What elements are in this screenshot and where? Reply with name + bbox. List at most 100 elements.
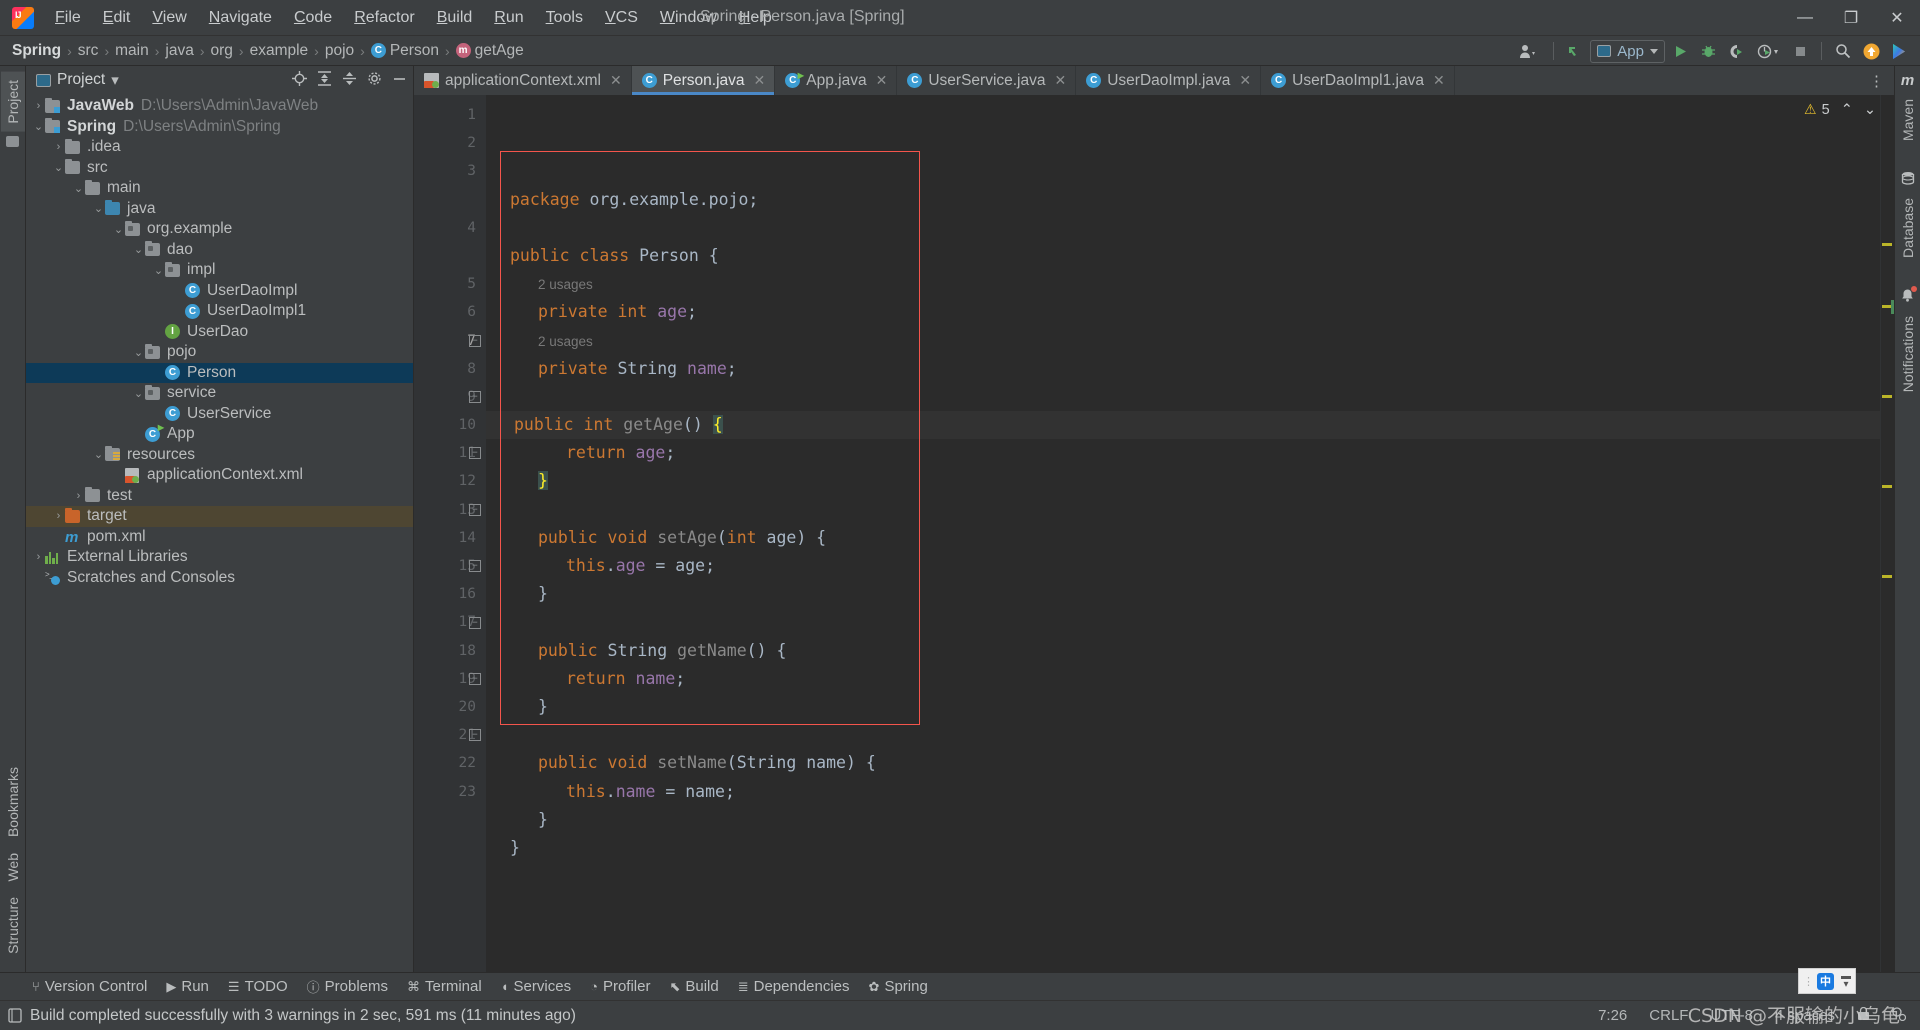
tree-item-applicationcontext-xml[interactable]: applicationContext.xml — [26, 465, 413, 486]
tree-item-resources[interactable]: ⌄ resources — [26, 445, 413, 466]
ime-expand-icon[interactable]: ▬ ▾ — [1841, 972, 1851, 990]
close-tab-icon[interactable]: ✕ — [610, 72, 622, 89]
code-folding-marker[interactable]: − — [469, 391, 481, 403]
settings-gear-icon[interactable] — [367, 71, 382, 90]
chevron-right-icon[interactable]: › — [32, 551, 45, 563]
menu-item-tools[interactable]: Tools — [535, 5, 594, 31]
ime-indicator-popup[interactable]: ⋮ 中 ▬ ▾ — [1798, 968, 1856, 994]
menu-item-build[interactable]: Build — [426, 5, 484, 31]
locate-icon[interactable] — [292, 70, 307, 90]
sidebar-item-structure[interactable]: Structure — [1, 889, 25, 962]
code-folding-marker[interactable]: − — [469, 503, 481, 516]
ime-drag-handle[interactable]: ⋮ — [1803, 975, 1814, 988]
chevron-down-icon[interactable]: ⌄ — [112, 223, 125, 236]
breadcrumb-item-getage[interactable]: m getAge — [455, 42, 524, 60]
chevron-down-icon[interactable]: ⌄ — [92, 202, 105, 215]
tool-window-button-terminal[interactable]: ⌘ Terminal — [407, 978, 482, 995]
tree-item-java[interactable]: ⌄ java — [26, 199, 413, 220]
tool-window-button-build[interactable]: ⬉ Build — [669, 978, 718, 995]
menu-item-refactor[interactable]: Refactor — [343, 5, 425, 31]
sidebar-item-database[interactable]: Database — [1896, 190, 1920, 266]
editor-tab-applicationcontext-xml[interactable]: applicationContext.xml ✕ — [414, 66, 632, 95]
tree-item-main[interactable]: ⌄ main — [26, 178, 413, 199]
tree-item-userdaoimpl[interactable]: C UserDaoImpl — [26, 281, 413, 302]
tree-item-test[interactable]: › test — [26, 486, 413, 507]
editor-gutter[interactable]: 1 2 3 4 5 6 7 8 9 10 11 12 13 14 15 16 17 18 19 20 21 22 23− − −… — [414, 95, 486, 972]
breadcrumb-item-org[interactable]: org — [211, 42, 233, 60]
tree-item-impl[interactable]: ⌄ impl — [26, 260, 413, 281]
menu-item-file[interactable]: File — [44, 5, 92, 31]
ai-assistant-icon[interactable] — [1886, 39, 1912, 63]
menu-item-edit[interactable]: Edit — [92, 5, 142, 31]
search-everywhere-icon[interactable] — [1830, 39, 1856, 63]
tree-item-userdao[interactable]: I UserDao — [26, 322, 413, 343]
tree-item-app[interactable]: CApp — [26, 423, 413, 445]
tree-item-spring[interactable]: ⌄ Spring D:\Users\Admin\Spring — [26, 117, 413, 138]
chevron-down-icon[interactable]: ⌄ — [92, 448, 105, 461]
error-stripe-marker-bar[interactable] — [1880, 95, 1894, 972]
close-tab-icon[interactable]: ✕ — [1055, 72, 1067, 89]
tree-item-person[interactable]: C Person — [26, 362, 413, 383]
close-tab-icon[interactable]: ✕ — [876, 72, 888, 89]
tool-window-button-spring[interactable]: ✿ Spring — [869, 978, 928, 995]
chevron-down-icon[interactable]: ⌄ — [72, 182, 85, 195]
project-tree[interactable]: › JavaWeb D:\Users\Admin\JavaWeb ⌄ Spring D:\… — [26, 94, 413, 972]
breadcrumb-item-pojo[interactable]: pojo — [325, 42, 354, 60]
tool-window-button-problems[interactable]: ⓘ Problems — [307, 977, 388, 996]
code-folding-marker[interactable]: − — [469, 560, 481, 573]
sidebar-item-maven[interactable]: Maven — [1896, 91, 1920, 149]
sidebar-item-notifications[interactable]: Notifications — [1896, 308, 1920, 400]
tool-window-button-profiler[interactable]: ◔ Profiler — [590, 978, 650, 995]
tree-item-pom-xml[interactable]: m pom.xml — [26, 527, 413, 548]
inspection-widget[interactable]: ⚠ 5 ⌃ ⌄ — [1804, 101, 1876, 118]
editor-tab-app-java[interactable]: CApp.java ✕ — [775, 66, 898, 95]
minimize-button[interactable]: — — [1782, 0, 1828, 36]
collapse-all-icon[interactable] — [342, 71, 357, 90]
code-folding-marker[interactable]: − — [469, 616, 481, 629]
tree-item-userservice[interactable]: C UserService — [26, 404, 413, 425]
warning-marker[interactable] — [1882, 485, 1892, 488]
tree-item-src[interactable]: ⌄ src — [26, 158, 413, 179]
code-folding-marker[interactable]: − — [469, 334, 481, 347]
breadcrumb-item-main[interactable]: main — [115, 42, 149, 60]
expand-all-icon[interactable] — [317, 70, 332, 90]
close-tab-icon[interactable]: ✕ — [1433, 72, 1445, 89]
chevron-down-icon[interactable]: ⌄ — [152, 264, 165, 277]
menu-item-vcs[interactable]: VCS — [594, 5, 649, 31]
profiler-icon[interactable] — [1751, 39, 1785, 63]
chevron-down-icon[interactable]: ⌄ — [132, 243, 145, 256]
menu-item-navigate[interactable]: Navigate — [198, 5, 283, 31]
chevron-right-icon[interactable]: › — [52, 141, 65, 153]
menu-item-code[interactable]: Code — [283, 5, 343, 31]
close-button[interactable]: ✕ — [1874, 0, 1920, 36]
caret-position[interactable]: 7:26 — [1598, 1007, 1627, 1024]
chevron-right-icon[interactable]: › — [72, 490, 85, 502]
menu-item-run[interactable]: Run — [483, 5, 534, 31]
ime-chinese-icon[interactable]: 中 — [1817, 972, 1834, 990]
chevron-down-icon[interactable]: ▾ — [111, 71, 119, 89]
code-folding-marker[interactable]: − — [469, 447, 481, 460]
tree-item-pojo[interactable]: ⌄ pojo — [26, 342, 413, 363]
close-tab-icon[interactable]: ✕ — [1239, 72, 1251, 89]
run-with-coverage-icon[interactable] — [1723, 39, 1749, 63]
stop-icon[interactable] — [1787, 39, 1813, 63]
file-encoding[interactable]: UTF-8 — [1710, 1007, 1753, 1024]
debug-icon[interactable] — [1695, 39, 1721, 63]
chevron-down-icon[interactable]: ⌄ — [132, 346, 145, 359]
breadcrumb-item-spring[interactable]: Spring — [12, 42, 61, 60]
run-configuration-selector[interactable]: App — [1590, 39, 1665, 63]
usage-count-label[interactable]: 2 usages — [538, 334, 593, 349]
hide-panel-icon[interactable] — [392, 71, 407, 90]
tree-item-org-example[interactable]: ⌄ org.example — [26, 219, 413, 240]
user-account-icon[interactable] — [1511, 39, 1545, 63]
warning-marker[interactable] — [1882, 575, 1892, 578]
tree-item-external-libraries[interactable]: › External Libraries — [26, 547, 413, 568]
editor-tab-userdaoimpl-java[interactable]: C UserDaoImpl.java ✕ — [1076, 66, 1262, 95]
previous-problem-icon[interactable]: ⌃ — [1841, 102, 1853, 118]
breadcrumb-item-src[interactable]: src — [78, 42, 99, 60]
tool-window-button-services[interactable]: ◖ Services — [501, 978, 571, 995]
chevron-down-icon[interactable]: ⌄ — [52, 161, 65, 174]
tool-window-button-version-control[interactable]: ⑂ Version Control — [32, 978, 147, 995]
warning-marker[interactable] — [1882, 243, 1892, 246]
tool-window-button-run[interactable]: ▶ Run — [166, 978, 209, 995]
